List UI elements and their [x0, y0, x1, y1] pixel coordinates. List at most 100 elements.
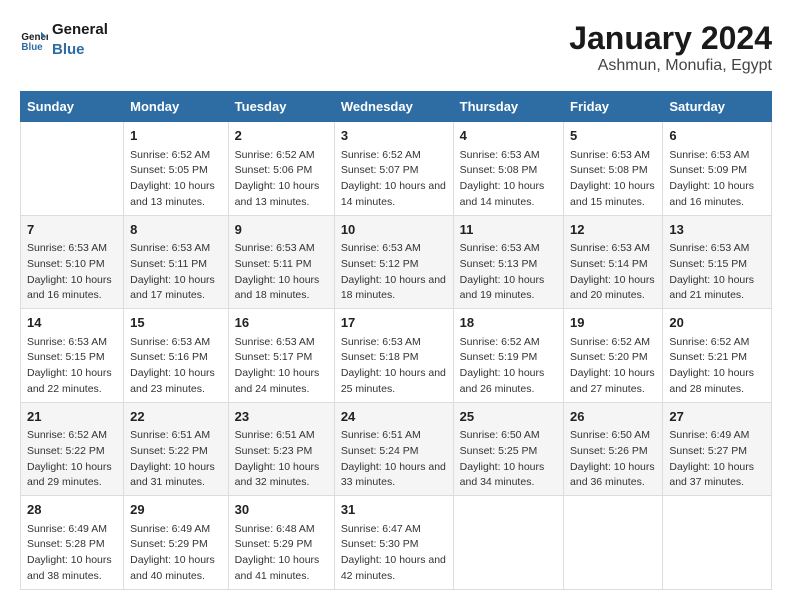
day-number: 3 — [341, 126, 447, 146]
day-number: 13 — [669, 220, 765, 240]
header-day-sunday: Sunday — [21, 92, 124, 122]
header-day-saturday: Saturday — [663, 92, 772, 122]
calendar-cell: 10Sunrise: 6:53 AMSunset: 5:12 PMDayligh… — [334, 215, 453, 309]
day-info: Sunrise: 6:47 AMSunset: 5:30 PMDaylight:… — [341, 522, 447, 585]
day-number: 30 — [235, 500, 328, 520]
day-info: Sunrise: 6:49 AMSunset: 5:28 PMDaylight:… — [27, 522, 117, 585]
day-info: Sunrise: 6:53 AMSunset: 5:09 PMDaylight:… — [669, 148, 765, 211]
calendar-cell — [21, 122, 124, 216]
day-info: Sunrise: 6:53 AMSunset: 5:17 PMDaylight:… — [235, 335, 328, 398]
calendar-cell: 6Sunrise: 6:53 AMSunset: 5:09 PMDaylight… — [663, 122, 772, 216]
calendar-cell: 21Sunrise: 6:52 AMSunset: 5:22 PMDayligh… — [21, 402, 124, 496]
calendar-cell: 12Sunrise: 6:53 AMSunset: 5:14 PMDayligh… — [564, 215, 663, 309]
day-number: 24 — [341, 407, 447, 427]
logo-text-line2: Blue — [52, 40, 108, 60]
calendar-cell: 31Sunrise: 6:47 AMSunset: 5:30 PMDayligh… — [334, 496, 453, 590]
week-row-3: 14Sunrise: 6:53 AMSunset: 5:15 PMDayligh… — [21, 309, 772, 403]
calendar-cell: 3Sunrise: 6:52 AMSunset: 5:07 PMDaylight… — [334, 122, 453, 216]
day-info: Sunrise: 6:52 AMSunset: 5:22 PMDaylight:… — [27, 428, 117, 491]
calendar-cell: 28Sunrise: 6:49 AMSunset: 5:28 PMDayligh… — [21, 496, 124, 590]
day-info: Sunrise: 6:52 AMSunset: 5:20 PMDaylight:… — [570, 335, 656, 398]
day-info: Sunrise: 6:52 AMSunset: 5:06 PMDaylight:… — [235, 148, 328, 211]
day-info: Sunrise: 6:53 AMSunset: 5:08 PMDaylight:… — [570, 148, 656, 211]
calendar-cell: 23Sunrise: 6:51 AMSunset: 5:23 PMDayligh… — [228, 402, 334, 496]
day-number: 17 — [341, 313, 447, 333]
calendar-cell: 27Sunrise: 6:49 AMSunset: 5:27 PMDayligh… — [663, 402, 772, 496]
day-number: 16 — [235, 313, 328, 333]
calendar-cell: 5Sunrise: 6:53 AMSunset: 5:08 PMDaylight… — [564, 122, 663, 216]
calendar-cell: 2Sunrise: 6:52 AMSunset: 5:06 PMDaylight… — [228, 122, 334, 216]
month-title: January 2024 — [569, 20, 772, 57]
day-number: 18 — [460, 313, 557, 333]
day-number: 25 — [460, 407, 557, 427]
header-day-wednesday: Wednesday — [334, 92, 453, 122]
calendar-cell: 20Sunrise: 6:52 AMSunset: 5:21 PMDayligh… — [663, 309, 772, 403]
day-info: Sunrise: 6:51 AMSunset: 5:22 PMDaylight:… — [130, 428, 222, 491]
calendar-cell: 19Sunrise: 6:52 AMSunset: 5:20 PMDayligh… — [564, 309, 663, 403]
day-info: Sunrise: 6:53 AMSunset: 5:10 PMDaylight:… — [27, 241, 117, 304]
calendar-cell: 7Sunrise: 6:53 AMSunset: 5:10 PMDaylight… — [21, 215, 124, 309]
logo-icon: General Blue — [20, 26, 48, 54]
day-info: Sunrise: 6:51 AMSunset: 5:24 PMDaylight:… — [341, 428, 447, 491]
day-number: 10 — [341, 220, 447, 240]
day-number: 22 — [130, 407, 222, 427]
day-number: 8 — [130, 220, 222, 240]
calendar-cell: 25Sunrise: 6:50 AMSunset: 5:25 PMDayligh… — [453, 402, 563, 496]
day-number: 1 — [130, 126, 222, 146]
day-number: 12 — [570, 220, 656, 240]
day-info: Sunrise: 6:53 AMSunset: 5:14 PMDaylight:… — [570, 241, 656, 304]
day-info: Sunrise: 6:50 AMSunset: 5:26 PMDaylight:… — [570, 428, 656, 491]
day-number: 14 — [27, 313, 117, 333]
week-row-2: 7Sunrise: 6:53 AMSunset: 5:10 PMDaylight… — [21, 215, 772, 309]
calendar-cell: 17Sunrise: 6:53 AMSunset: 5:18 PMDayligh… — [334, 309, 453, 403]
day-number: 9 — [235, 220, 328, 240]
header-day-monday: Monday — [124, 92, 229, 122]
day-number: 26 — [570, 407, 656, 427]
calendar-cell: 9Sunrise: 6:53 AMSunset: 5:11 PMDaylight… — [228, 215, 334, 309]
calendar-cell: 15Sunrise: 6:53 AMSunset: 5:16 PMDayligh… — [124, 309, 229, 403]
svg-text:Blue: Blue — [21, 41, 43, 52]
day-number: 31 — [341, 500, 447, 520]
calendar-cell: 1Sunrise: 6:52 AMSunset: 5:05 PMDaylight… — [124, 122, 229, 216]
day-info: Sunrise: 6:51 AMSunset: 5:23 PMDaylight:… — [235, 428, 328, 491]
day-info: Sunrise: 6:52 AMSunset: 5:05 PMDaylight:… — [130, 148, 222, 211]
calendar-cell: 4Sunrise: 6:53 AMSunset: 5:08 PMDaylight… — [453, 122, 563, 216]
day-info: Sunrise: 6:53 AMSunset: 5:11 PMDaylight:… — [235, 241, 328, 304]
day-info: Sunrise: 6:52 AMSunset: 5:07 PMDaylight:… — [341, 148, 447, 211]
calendar-cell: 24Sunrise: 6:51 AMSunset: 5:24 PMDayligh… — [334, 402, 453, 496]
day-info: Sunrise: 6:53 AMSunset: 5:16 PMDaylight:… — [130, 335, 222, 398]
header: General Blue General Blue January 2024 A… — [20, 20, 772, 75]
calendar-cell: 22Sunrise: 6:51 AMSunset: 5:22 PMDayligh… — [124, 402, 229, 496]
week-row-4: 21Sunrise: 6:52 AMSunset: 5:22 PMDayligh… — [21, 402, 772, 496]
calendar-cell: 8Sunrise: 6:53 AMSunset: 5:11 PMDaylight… — [124, 215, 229, 309]
day-number: 27 — [669, 407, 765, 427]
day-number: 28 — [27, 500, 117, 520]
calendar-cell: 13Sunrise: 6:53 AMSunset: 5:15 PMDayligh… — [663, 215, 772, 309]
day-number: 15 — [130, 313, 222, 333]
header-day-tuesday: Tuesday — [228, 92, 334, 122]
calendar-cell: 14Sunrise: 6:53 AMSunset: 5:15 PMDayligh… — [21, 309, 124, 403]
calendar-cell — [663, 496, 772, 590]
calendar-cell — [453, 496, 563, 590]
day-info: Sunrise: 6:49 AMSunset: 5:27 PMDaylight:… — [669, 428, 765, 491]
header-row: SundayMondayTuesdayWednesdayThursdayFrid… — [21, 92, 772, 122]
day-number: 5 — [570, 126, 656, 146]
day-number: 21 — [27, 407, 117, 427]
day-info: Sunrise: 6:48 AMSunset: 5:29 PMDaylight:… — [235, 522, 328, 585]
header-day-thursday: Thursday — [453, 92, 563, 122]
day-number: 20 — [669, 313, 765, 333]
logo: General Blue General Blue — [20, 20, 108, 59]
calendar-cell — [564, 496, 663, 590]
day-number: 11 — [460, 220, 557, 240]
logo-text-line1: General — [52, 20, 108, 40]
day-info: Sunrise: 6:53 AMSunset: 5:13 PMDaylight:… — [460, 241, 557, 304]
title-area: January 2024 Ashmun, Monufia, Egypt — [569, 20, 772, 75]
day-number: 4 — [460, 126, 557, 146]
calendar-cell: 26Sunrise: 6:50 AMSunset: 5:26 PMDayligh… — [564, 402, 663, 496]
day-number: 29 — [130, 500, 222, 520]
day-info: Sunrise: 6:53 AMSunset: 5:15 PMDaylight:… — [27, 335, 117, 398]
day-info: Sunrise: 6:49 AMSunset: 5:29 PMDaylight:… — [130, 522, 222, 585]
location-title: Ashmun, Monufia, Egypt — [569, 57, 772, 75]
calendar-cell: 18Sunrise: 6:52 AMSunset: 5:19 PMDayligh… — [453, 309, 563, 403]
week-row-1: 1Sunrise: 6:52 AMSunset: 5:05 PMDaylight… — [21, 122, 772, 216]
